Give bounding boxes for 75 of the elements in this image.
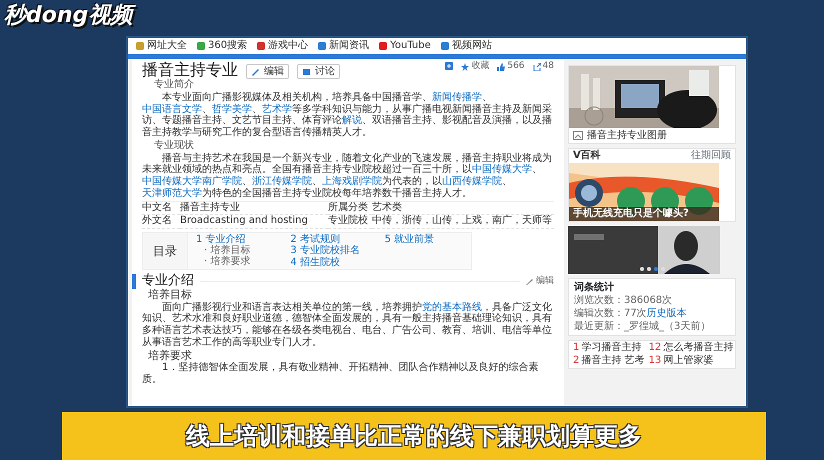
stat-text: 浏览次数：386068次 [574,294,674,307]
bookmark[interactable]: 新闻资讯 [318,41,370,51]
image-icon [573,131,583,140]
toc-link[interactable]: 4 招生院校 [290,256,369,268]
pencil-icon [526,277,534,286]
info-label: 中文名 [142,202,180,216]
bookmark[interactable]: 360搜索 [197,41,248,51]
info-value: 中传，浙传，山传，上戏，南广，天师等 [372,215,554,229]
link[interactable]: 哲学美学 [212,104,252,115]
card-title: 词条统计 [574,281,615,294]
link[interactable]: 山西传媒学院 [442,176,502,188]
plus-icon[interactable] [445,62,454,70]
info-label: 专业院校 [328,215,372,229]
page-title: 播音主持专业 [142,61,238,79]
link[interactable]: 中国语言文学 [142,104,202,115]
link[interactable]: 党的基本路线 [422,302,482,312]
paragraph: 本专业面向广播影视媒体及相关机构，培养具备中国播音学、新闻传播学、 中国语言文学、哲学美学、艺术学等多学科知识与能力，从事广播电视新闻播音主持及新闻采访、专题播音主持、文艺节目主持、体育评论解说、双语播音主持、影视配音及演播，以及播音主持教学与研究工作的复合型语言传播精英人才。 [142,92,553,140]
chat-icon [302,66,311,77]
toc-sublink[interactable]: · 培养目标 [196,245,274,256]
section-label: 专业简介 [154,79,195,91]
paragraph: 面向广播影视行业和语言表达相关单位的第一线，培养拥护党的基本路线，具备广泛文化知识、艺术水准和良好职业道德，德智体全面发展的，具有一般主持播音基础理论知识，具有多种语言艺术表达技巧，能够在各级各类电视台、电台、广告公司、教育、培训、电信等单位从事语言艺术工作的高等职业专门人才。 [142,302,553,349]
discuss-button[interactable]: 讨论 [297,64,340,80]
toc-link[interactable]: 1 专业介绍 [196,234,274,246]
link[interactable]: 艺术学 [262,104,292,115]
pencil-icon [251,66,260,77]
info-value: 艺术类 [372,202,554,216]
subheading: 培养目标 [148,288,193,302]
link[interactable]: 上海戏剧学院 [322,176,382,188]
link[interactable]: 浙江传媒学院 [252,176,312,188]
stat-text: 最近更新：_罗徨城_（3天前） [574,320,712,333]
carousel-dot[interactable] [640,267,644,271]
share-action[interactable]: 48 [532,62,554,72]
link[interactable]: 新闻传播学 [432,92,482,103]
bookmark[interactable]: 视频网站 [440,41,492,51]
history-link[interactable]: 历史版本 [646,307,687,320]
info-value: 播音主持专业 [180,202,328,216]
related-link[interactable]: 1 学习播音主持 [573,342,645,354]
thumbs-up-icon [497,62,506,71]
paragraph: 1．坚持德智体全面发展，具有敬业精神、开拓精神、团队合作精神以及良好的综合素质。 [142,362,540,386]
toc-link[interactable]: 5 就业前景 [384,234,463,246]
bookmark[interactable]: YouTube [379,41,431,51]
related-link[interactable]: 12 怎么考播音主持 [648,342,734,354]
section-title: 专业介绍 [142,273,194,288]
star-icon [461,62,470,71]
carousel-dot[interactable] [646,267,650,271]
related-link[interactable]: 13 网上管家婆 [648,354,734,367]
info-label: 外文名 [142,215,180,229]
share-icon [532,62,541,71]
bookmark[interactable]: 游戏中心 [257,41,308,51]
bookmark[interactable]: 网址大全 [136,41,187,51]
toc-heading: 目录 [143,232,188,270]
carousel-dot[interactable] [654,267,658,271]
section-marker [132,274,136,289]
info-label: 所属分类 [328,202,372,216]
edit-link[interactable]: 编辑 [526,276,554,286]
card-title: V百科 [573,150,601,162]
gallery-link[interactable]: 播音主持专业图册 [569,128,735,143]
edit-button[interactable]: 编辑 [246,64,289,80]
paragraph: 播音与主持艺术在我国是一个新兴专业，随着文化产业的飞速发展，播音主持职业将成为未来就业领域的热点和亮点。全国有播音主持专业院校超过一百三十所，以中国传媒大学、 中国传媒大学南广学院、浙江传媒学院、上海戏剧学院为代表的，以山西传媒学院、 天津师范大学为特色的全国播音主持专业院校每年培养数千播音主持人才。 [142,152,553,200]
toc-sublink[interactable]: · 培养要求 [196,256,274,268]
link[interactable]: 中国传媒大学南广学院 [142,176,242,188]
stat-text: 编辑次数：77次 [574,307,647,320]
link[interactable]: 中国传媒大学 [472,164,532,176]
toc-link[interactable]: 2 考试规则 [290,234,369,246]
link[interactable]: 天津师范大学 [142,188,202,199]
like-action[interactable]: 566 [497,62,525,72]
more-link[interactable]: 往期回顾 [691,150,731,162]
link[interactable]: 解说 [342,115,362,126]
subtitle: 线上培训和接单比正常的线下兼职划算更多 [186,422,642,450]
toc-link[interactable]: 3 专业院校排名 [290,245,369,257]
info-value: Broadcasting and hosting [180,215,328,229]
star-action[interactable]: 收藏 [461,62,490,72]
section-label: 专业现状 [154,140,195,152]
related-link[interactable]: 2 播音主持 艺考 [573,354,645,367]
subheading: 培养要求 [148,350,192,362]
